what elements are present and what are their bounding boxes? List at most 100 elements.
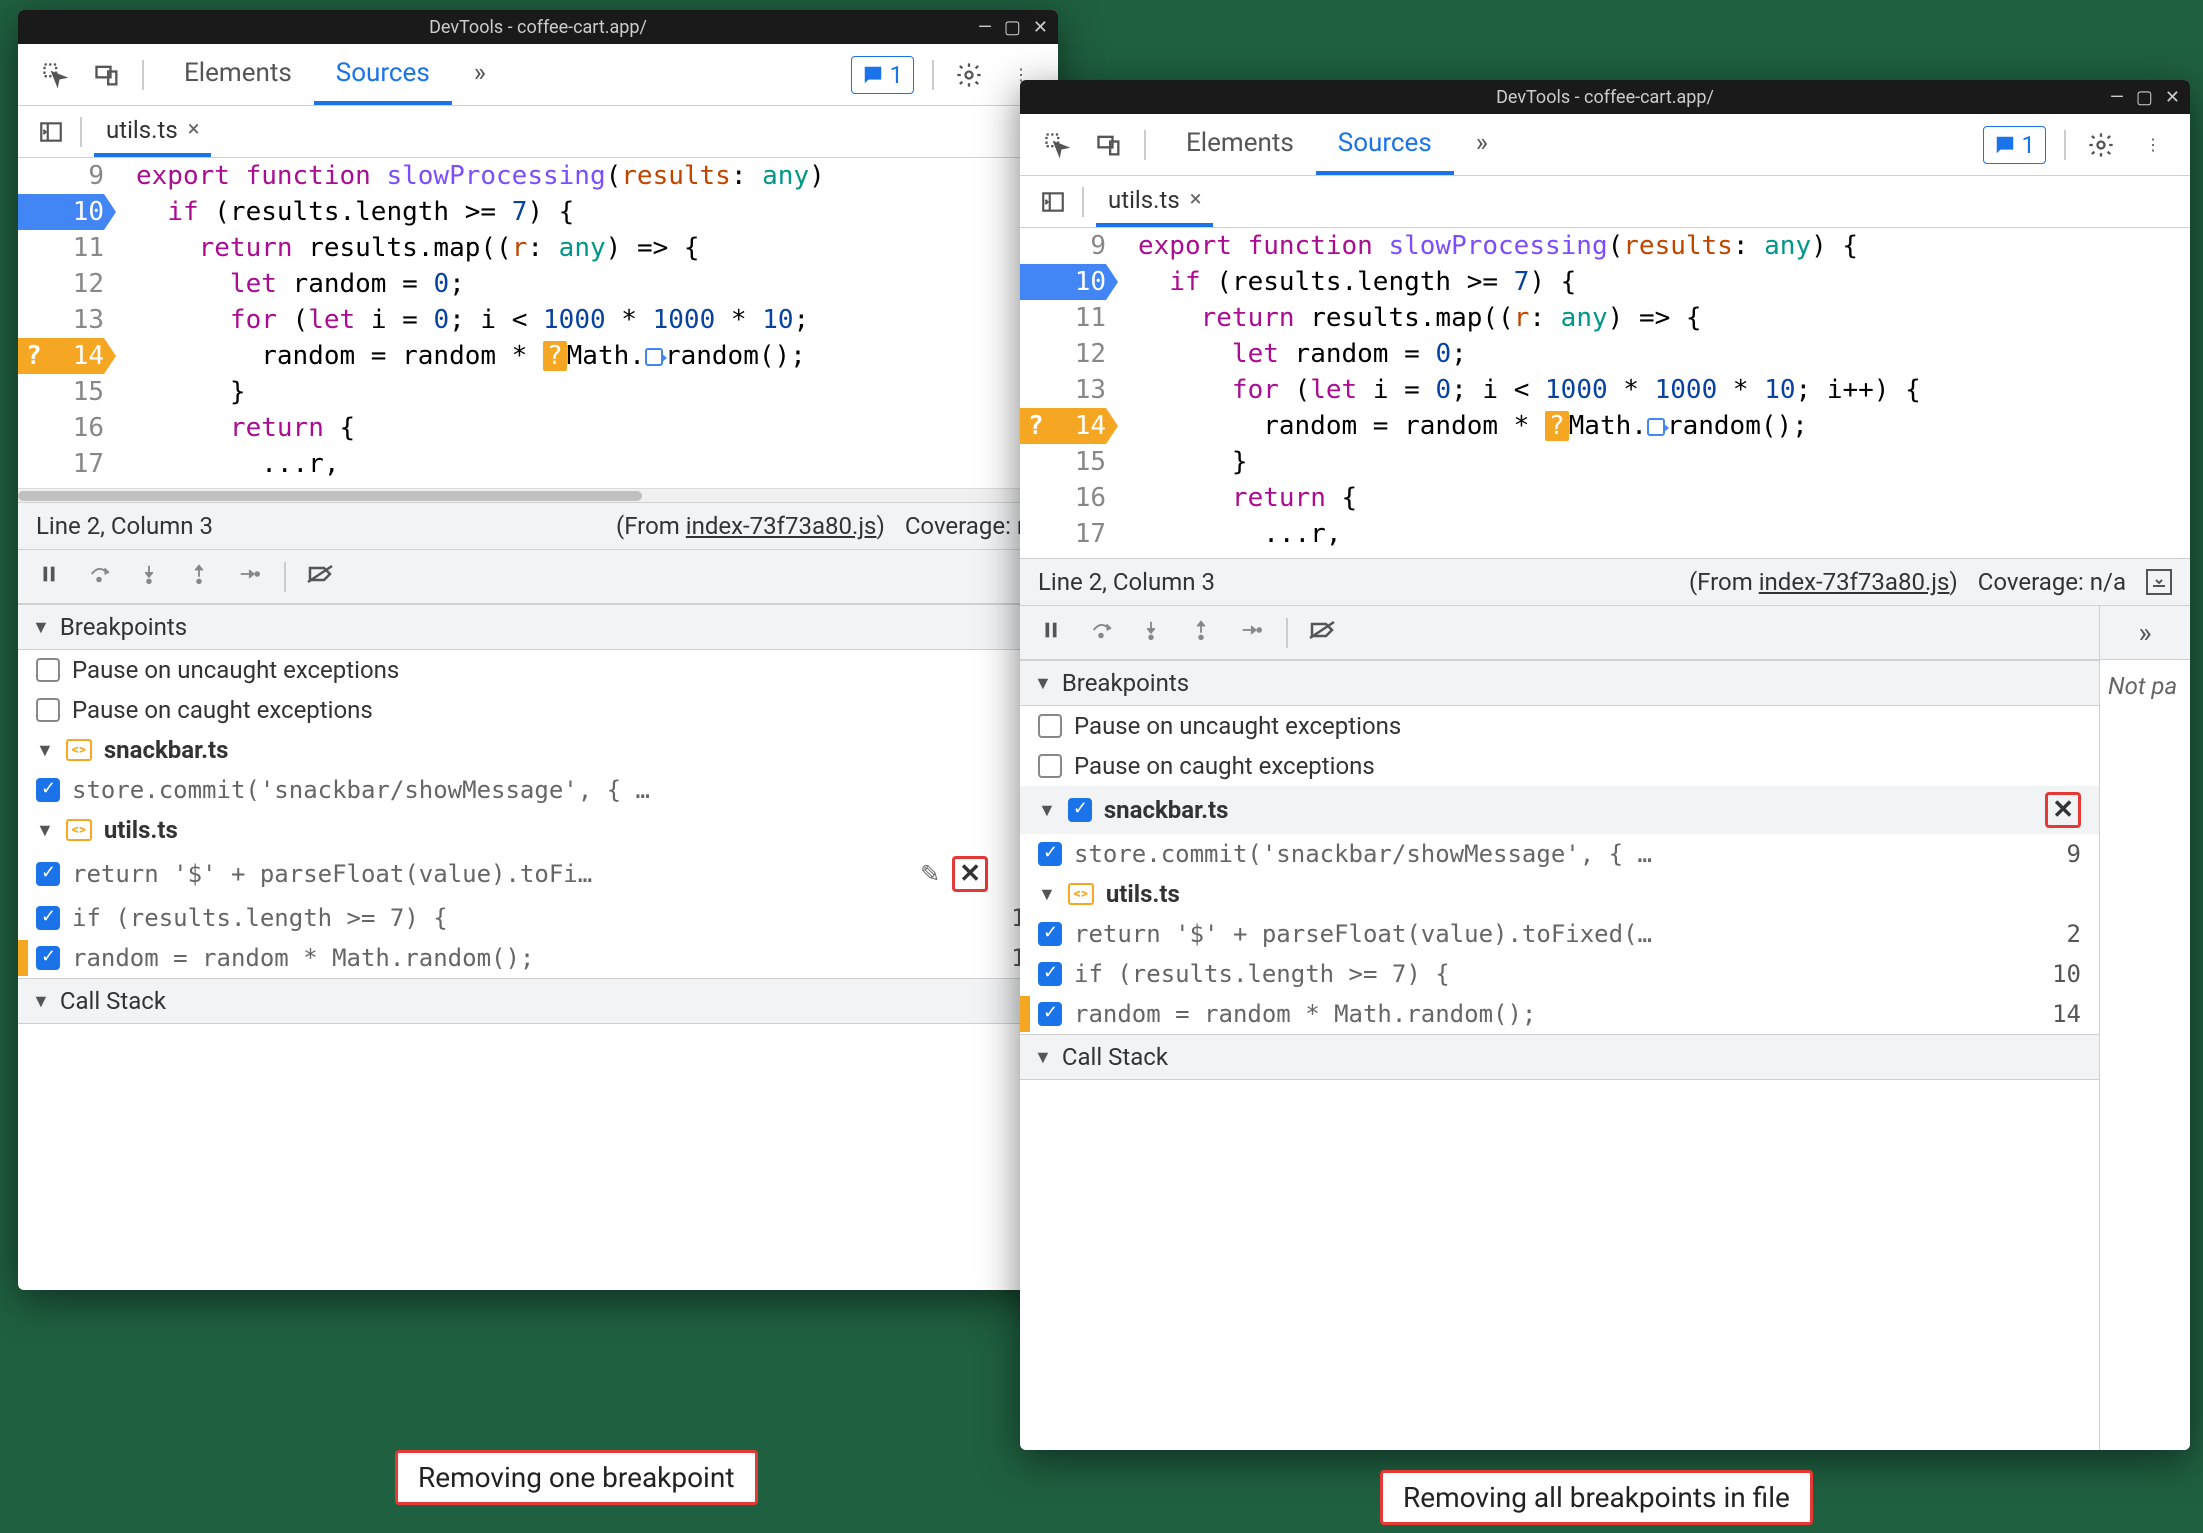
gutter-line[interactable]: 12 [1020, 336, 1106, 372]
pause-caught-row[interactable]: Pause on caught exceptions [1020, 746, 2099, 786]
horizontal-scrollbar[interactable] [18, 488, 1058, 502]
breakpoints-section-header[interactable]: ▼ Breakpoints [1020, 660, 2099, 706]
step-out-icon[interactable] [1186, 617, 1216, 649]
breakpoint-item[interactable]: store.commit('snackbar/showMessage', { …… [1020, 834, 2099, 874]
checkbox[interactable] [1038, 842, 1062, 866]
gear-icon[interactable] [952, 58, 986, 92]
callstack-section-header[interactable]: ▼ Call Stack [18, 978, 1058, 1024]
checkbox[interactable] [36, 658, 60, 682]
breakpoint-item[interactable]: if (results.length >= 7) { 10 [1020, 954, 2099, 994]
conditional-breakpoint-marker-line-14[interactable]: 14 [18, 338, 104, 374]
tab-sources[interactable]: Sources [314, 44, 452, 105]
file-tab-utils[interactable]: utils.ts × [94, 106, 211, 157]
device-icon[interactable] [1092, 128, 1126, 162]
checkbox[interactable] [36, 698, 60, 722]
close-icon[interactable]: ✕ [2165, 87, 2180, 108]
more-icon[interactable]: ⋮ [2136, 128, 2170, 162]
console-drawer-button[interactable]: 1 [851, 56, 915, 94]
tab-elements[interactable]: Elements [162, 44, 314, 105]
source-map-link[interactable]: index-73f73a80.js [1759, 568, 1950, 596]
close-icon[interactable]: ✕ [1033, 17, 1048, 38]
gear-icon[interactable] [2084, 128, 2118, 162]
checkbox[interactable] [1038, 962, 1062, 986]
checkbox[interactable] [1068, 798, 1092, 822]
tab-elements[interactable]: Elements [1164, 114, 1316, 175]
step-out-icon[interactable] [184, 561, 214, 593]
close-tab-icon[interactable]: × [188, 117, 200, 142]
side-panel-more[interactable]: » [2100, 606, 2190, 660]
close-tab-icon[interactable]: × [1190, 187, 1202, 212]
step-into-icon[interactable] [1136, 617, 1166, 649]
code-editor[interactable]: 9 10 11 12 13 14 15 16 17 export functio… [18, 158, 1058, 488]
breakpoint-item[interactable]: random = random * Math.random(); 14 [1020, 994, 2099, 1034]
minimize-icon[interactable]: — [978, 17, 992, 38]
gutter-line[interactable]: 16 [1020, 480, 1106, 516]
gutter-line[interactable]: 16 [18, 410, 104, 446]
gutter-line[interactable]: 13 [1020, 372, 1106, 408]
checkbox[interactable] [1038, 754, 1062, 778]
code-content[interactable]: export function slowProcessing(results: … [118, 158, 1058, 488]
file-tab-utils[interactable]: utils.ts × [1096, 176, 1213, 227]
line-gutter[interactable]: 9 10 11 12 13 14 15 16 17 [1020, 228, 1120, 558]
deactivate-breakpoints-icon[interactable] [306, 562, 336, 592]
breakpoint-group-utils[interactable]: ▼ <> utils.ts [18, 810, 1058, 850]
tab-more-icon[interactable]: » [452, 44, 508, 105]
step-over-icon[interactable] [1086, 619, 1116, 647]
checkbox[interactable] [36, 778, 60, 802]
line-gutter[interactable]: 9 10 11 12 13 14 15 16 17 [18, 158, 118, 488]
step-into-icon[interactable] [134, 561, 164, 593]
breakpoints-section-header[interactable]: ▼ Breakpoints [18, 604, 1058, 650]
conditional-breakpoint-marker-line-14[interactable]: 14 [1020, 408, 1106, 444]
checkbox[interactable] [36, 946, 60, 970]
device-icon[interactable] [90, 58, 124, 92]
minimize-icon[interactable]: — [2110, 87, 2124, 108]
gutter-line[interactable]: 17 [1020, 516, 1106, 552]
breakpoint-marker-line-10[interactable]: 10 [18, 194, 104, 230]
navigator-toggle-icon[interactable] [1036, 185, 1070, 219]
tab-sources[interactable]: Sources [1316, 114, 1454, 175]
gutter-line[interactable]: 12 [18, 266, 104, 302]
breakpoint-item[interactable]: store.commit('snackbar/showMessage', { …… [18, 770, 1058, 810]
breakpoint-item[interactable]: return '$' + parseFloat(value).toFixed(…… [1020, 914, 2099, 954]
breakpoint-group-snackbar[interactable]: ▼ snackbar.ts ✕ [1020, 786, 2099, 834]
tab-more-icon[interactable]: » [1454, 114, 1510, 175]
checkbox[interactable] [1038, 1002, 1062, 1026]
step-icon[interactable] [234, 563, 264, 591]
maximize-icon[interactable]: ▢ [1004, 17, 1021, 38]
maximize-icon[interactable]: ▢ [2136, 87, 2153, 108]
callstack-section-header[interactable]: ▼ Call Stack [1020, 1034, 2099, 1080]
gutter-line[interactable]: 17 [18, 446, 104, 482]
gutter-line[interactable]: 9 [1020, 228, 1106, 264]
gutter-line[interactable]: 11 [1020, 300, 1106, 336]
gutter-line[interactable]: 15 [1020, 444, 1106, 480]
expand-icon[interactable] [2146, 569, 2172, 595]
breakpoint-group-snackbar[interactable]: ▼ <> snackbar.ts [18, 730, 1058, 770]
delete-breakpoint-icon[interactable]: ✕ [952, 856, 988, 892]
checkbox[interactable] [36, 906, 60, 930]
breakpoint-group-utils[interactable]: ▼ <> utils.ts [1020, 874, 2099, 914]
pause-uncaught-row[interactable]: Pause on uncaught exceptions [1020, 706, 2099, 746]
delete-all-breakpoints-icon[interactable]: ✕ [2045, 792, 2081, 828]
pause-uncaught-row[interactable]: Pause on uncaught exceptions [18, 650, 1058, 690]
breakpoint-item[interactable]: return '$' + parseFloat(value).toFi… ✎ ✕… [18, 850, 1058, 898]
gutter-line[interactable]: 11 [18, 230, 104, 266]
console-drawer-button[interactable]: 1 [1983, 126, 2047, 164]
pause-caught-row[interactable]: Pause on caught exceptions [18, 690, 1058, 730]
checkbox[interactable] [1038, 922, 1062, 946]
breakpoint-item[interactable]: if (results.length >= 7) { 10 [18, 898, 1058, 938]
navigator-toggle-icon[interactable] [34, 115, 68, 149]
pause-icon[interactable] [1036, 619, 1066, 647]
gutter-line[interactable]: 9 [18, 158, 104, 194]
deactivate-breakpoints-icon[interactable] [1308, 618, 1338, 648]
code-editor[interactable]: 9 10 11 12 13 14 15 16 17 export functio… [1020, 228, 2190, 558]
checkbox[interactable] [36, 862, 60, 886]
inspect-icon[interactable] [38, 58, 72, 92]
step-icon[interactable] [1236, 619, 1266, 647]
inspect-icon[interactable] [1040, 128, 1074, 162]
pause-icon[interactable] [34, 563, 64, 591]
edit-icon[interactable]: ✎ [920, 860, 940, 888]
step-over-icon[interactable] [84, 563, 114, 591]
breakpoint-marker-line-10[interactable]: 10 [1020, 264, 1106, 300]
code-content[interactable]: export function slowProcessing(results: … [1120, 228, 2190, 558]
source-map-link[interactable]: index-73f73a80.js [686, 512, 877, 540]
